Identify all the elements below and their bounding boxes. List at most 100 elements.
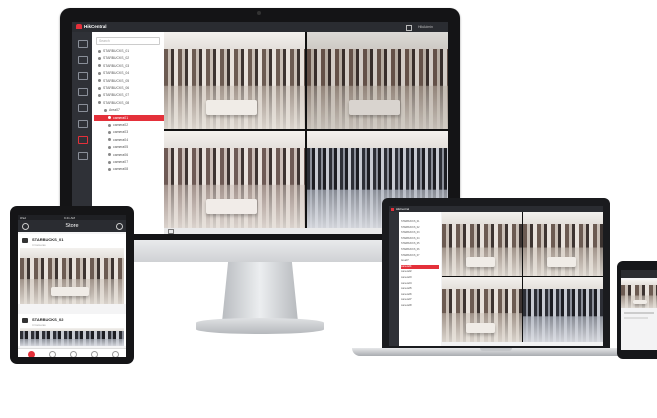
tree-group-item[interactable]: STARBUCKS_04 <box>98 70 158 76</box>
monitor-icon[interactable] <box>78 136 88 144</box>
laptop-tree-item[interactable]: STARBUCKS_04 <box>401 237 439 241</box>
tree-item-label: STARBUCKS_06 <box>103 86 130 90</box>
laptop-tree-item[interactable]: camera08 <box>401 304 439 308</box>
camera-view-1[interactable] <box>164 32 305 129</box>
live-icon[interactable] <box>49 351 56 357</box>
laptop-tree-item[interactable]: camera06 <box>401 293 439 297</box>
map-icon[interactable] <box>78 152 88 160</box>
bell-icon[interactable] <box>78 120 88 128</box>
laptop-tree-item[interactable]: STARBUCKS_03 <box>401 231 439 235</box>
camera-icon[interactable] <box>78 56 88 64</box>
camera-icon <box>108 123 111 127</box>
folder-icon <box>98 94 101 97</box>
tree-camera-item[interactable]: camera01 <box>94 114 174 121</box>
home-icon[interactable] <box>28 351 35 357</box>
laptop-tree-item-label: camera06 <box>401 292 412 296</box>
store-card-1[interactable]: STARBUCKS_01 4 Cameras <box>18 234 126 304</box>
logo-icon <box>76 24 82 29</box>
laptop-tree-item-label: STARBUCKS_02 <box>401 225 420 229</box>
camera-icon <box>108 168 111 171</box>
tablet-screen: iPad 9:41 AM Store STARBUCKS_01 4 Camera… <box>18 215 126 357</box>
store-card-2-title: STARBUCKS_02 <box>32 317 64 322</box>
tree-item-label: STARBUCKS_08 <box>103 100 130 105</box>
laptop-camera-view-3[interactable] <box>442 277 522 342</box>
target-icon[interactable] <box>78 72 88 80</box>
tree-group-item[interactable]: STARBUCKS_05 <box>98 78 158 84</box>
store-card-2-preview[interactable] <box>20 328 124 346</box>
monitor-stand-neck <box>222 262 298 322</box>
laptop-video-grid <box>442 212 603 342</box>
menu-icon[interactable] <box>78 40 88 48</box>
phone-list-line <box>624 312 654 314</box>
camera-icon <box>108 131 111 134</box>
tree-item-label: STARBUCKS_07 <box>103 93 130 98</box>
laptop-tree-item[interactable]: STARBUCKS_02 <box>401 226 439 230</box>
more-icon[interactable] <box>112 351 119 357</box>
tree-group-item[interactable]: STARBUCKS_06 <box>98 85 158 91</box>
laptop-tree-item[interactable]: STARBUCKS_06 <box>401 248 439 252</box>
tree-group-item[interactable]: STARBUCKS_08 <box>98 100 158 106</box>
laptop-tree-item[interactable]: STARBUCKS_01 <box>401 220 439 224</box>
settings-icon[interactable] <box>116 223 123 230</box>
tree-group-item[interactable]: STARBUCKS_03 <box>98 63 158 69</box>
laptop-tree-item-label: STARBUCKS_06 <box>401 248 420 251</box>
camera-icon <box>108 138 111 142</box>
phone-camera-view[interactable] <box>621 280 657 308</box>
monitor-stand-base <box>196 318 324 334</box>
laptop-camera-view-4[interactable] <box>523 277 603 342</box>
tree-camera-item[interactable]: camera08 <box>108 166 158 172</box>
tree-camera-item[interactable]: camera02 <box>108 122 158 128</box>
video-icon[interactable] <box>78 88 88 96</box>
tablet-device: iPad 9:41 AM Store STARBUCKS_01 4 Camera… <box>10 206 134 364</box>
folder-icon <box>98 86 101 90</box>
laptop-tree-item-label: camera01 <box>401 264 412 268</box>
laptop-tree-item-label: STARBUCKS_04 <box>401 236 420 240</box>
laptop-tree-item-label: STARBUCKS_07 <box>401 253 420 257</box>
search-input[interactable]: Search <box>96 37 160 45</box>
tree-group-item[interactable]: STARBUCKS_07 <box>98 92 158 98</box>
tablet-tab-bar <box>18 348 126 357</box>
laptop-camera-view-2[interactable] <box>523 212 603 276</box>
store-card-2[interactable]: STARBUCKS_02 4 Cameras <box>18 314 126 346</box>
laptop-tree-item[interactable]: camera03 <box>401 276 439 280</box>
status-time: 9:41 AM <box>64 215 76 220</box>
layers-icon[interactable] <box>78 104 88 112</box>
tree-item-label: STARBUCKS_03 <box>103 63 130 68</box>
user-label[interactable]: HikAdmin <box>418 25 433 29</box>
laptop-tree-item[interactable]: camera05 <box>401 287 439 291</box>
laptop-app-title: HikCentral <box>396 207 410 212</box>
home-icon[interactable] <box>406 25 412 31</box>
laptop-tree-item[interactable]: camera07 <box>401 298 439 302</box>
tree-item-label: Area07 <box>109 108 120 113</box>
phone-device <box>617 261 657 359</box>
laptop-tree-item[interactable]: camera02 <box>401 270 439 274</box>
laptop-tree-item-label: camera04 <box>401 281 412 285</box>
tree-group-item[interactable]: Area07 <box>104 107 158 113</box>
laptop-tree-item[interactable]: Area07 <box>401 259 439 263</box>
laptop-tree-item[interactable]: STARBUCKS_07 <box>401 254 439 258</box>
laptop-tree-item-label: camera02 <box>401 270 412 274</box>
tree-group-item[interactable]: STARBUCKS_01 <box>98 48 158 54</box>
tree-camera-item[interactable]: camera03 <box>108 129 158 135</box>
laptop-camera-view-1[interactable] <box>442 212 522 276</box>
tree-camera-item[interactable]: camera07 <box>108 159 158 165</box>
camera-view-2[interactable] <box>307 32 448 129</box>
tree-item-label: camera03 <box>113 130 129 135</box>
tree-item-label: camera01 <box>113 115 129 120</box>
laptop-tree-item[interactable]: camera04 <box>401 282 439 286</box>
app-title: HikCentral <box>84 24 107 29</box>
tree-camera-item[interactable]: camera05 <box>108 144 158 150</box>
tree-camera-item[interactable]: camera04 <box>108 137 158 143</box>
tree-group-item[interactable]: STARBUCKS_02 <box>98 55 158 61</box>
playback-icon[interactable] <box>70 351 77 357</box>
grid-layout-icon[interactable] <box>168 229 174 234</box>
alarm-icon[interactable] <box>91 351 98 357</box>
laptop-tree-item[interactable]: camera01 <box>401 264 439 270</box>
laptop-tree-item[interactable]: STARBUCKS_05 <box>401 242 439 246</box>
store-card-1-sub: 4 Cameras <box>32 242 46 247</box>
store-card-1-preview[interactable] <box>20 248 124 304</box>
tablet-title: Store <box>65 222 79 229</box>
camera-view-3[interactable] <box>164 131 305 228</box>
search-placeholder: Search <box>99 38 110 43</box>
tree-camera-item[interactable]: camera06 <box>108 152 158 158</box>
